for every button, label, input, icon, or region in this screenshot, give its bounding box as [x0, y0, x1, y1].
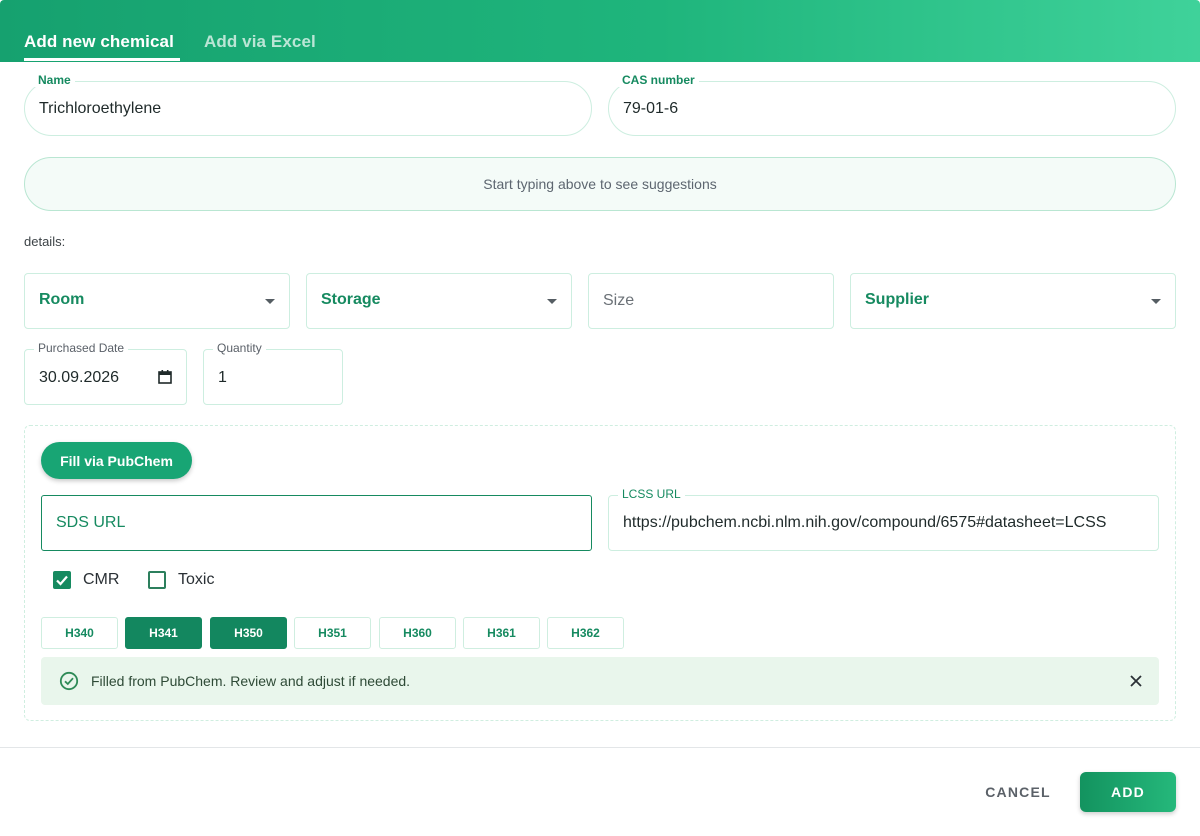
tab-add-new-chemical[interactable]: Add new chemical — [24, 32, 174, 52]
room-select[interactable]: Room — [24, 273, 290, 329]
lcss-url-label: LCSS URL — [618, 487, 685, 501]
close-icon[interactable] — [1129, 674, 1143, 688]
alert-message: Filled from PubChem. Review and adjust i… — [91, 673, 411, 689]
quantity-field[interactable]: 1 — [203, 349, 343, 405]
chevron-down-icon — [1151, 299, 1161, 304]
suggestions-box: Start typing above to see suggestions — [24, 157, 1176, 211]
purchased-date-value: 30.09.2026 — [39, 369, 120, 386]
fill-via-pubchem-button[interactable]: Fill via PubChem — [41, 442, 192, 479]
size-input[interactable]: Size — [588, 273, 834, 329]
supplier-select[interactable]: Supplier — [850, 273, 1176, 329]
details-label: details: — [24, 234, 66, 249]
purchased-date-label: Purchased Date — [34, 341, 129, 355]
tab-add-via-excel[interactable]: Add via Excel — [204, 32, 316, 52]
calendar-icon[interactable] — [158, 370, 172, 384]
success-alert: Filled from PubChem. Review and adjust i… — [41, 657, 1159, 705]
check-icon — [56, 575, 68, 586]
quantity-value: 1 — [218, 369, 227, 386]
cas-number-field[interactable]: 79-01-6 — [608, 81, 1176, 136]
sds-url-input[interactable]: SDS URL — [41, 495, 592, 551]
cmr-label: CMR — [83, 571, 120, 588]
cancel-button[interactable]: CANCEL — [974, 778, 1062, 806]
name-field[interactable]: Trichloroethylene — [24, 81, 592, 136]
purchased-date-field[interactable]: 30.09.2026 — [24, 349, 187, 405]
add-button[interactable]: ADD — [1080, 772, 1176, 812]
supplier-select-label: Supplier — [865, 291, 930, 308]
hazard-h351-button[interactable]: H351 — [294, 617, 371, 649]
hazard-h362-button[interactable]: H362 — [547, 617, 624, 649]
lcss-url-input[interactable]: https://pubchem.ncbi.nlm.nih.gov/compoun… — [608, 495, 1159, 551]
sds-url-placeholder: SDS URL — [56, 514, 126, 531]
storage-select[interactable]: Storage — [306, 273, 572, 329]
cas-number-value: 79-01-6 — [623, 100, 679, 117]
check-circle-icon — [59, 671, 79, 691]
hazard-h361-button[interactable]: H361 — [463, 617, 540, 649]
chevron-down-icon — [547, 299, 557, 304]
hazard-h350-button[interactable]: H350 — [210, 617, 287, 649]
chevron-down-icon — [265, 299, 275, 304]
quantity-label: Quantity — [213, 341, 266, 355]
cas-number-label: CAS number — [618, 73, 699, 87]
name-value: Trichloroethylene — [39, 100, 162, 117]
hazard-h360-button[interactable]: H360 — [379, 617, 456, 649]
size-placeholder: Size — [603, 292, 635, 309]
hazard-h340-button[interactable]: H340 — [41, 617, 118, 649]
toxic-checkbox[interactable] — [148, 571, 166, 589]
name-label: Name — [34, 73, 75, 87]
storage-select-label: Storage — [321, 291, 381, 308]
footer-divider — [0, 747, 1200, 748]
active-tab-indicator — [24, 58, 180, 61]
cmr-checkbox[interactable] — [53, 571, 71, 589]
lcss-url-value: https://pubchem.ncbi.nlm.nih.gov/compoun… — [623, 514, 1107, 531]
room-select-label: Room — [39, 291, 85, 308]
hazard-h341-button[interactable]: H341 — [125, 617, 202, 649]
toxic-label: Toxic — [178, 571, 215, 588]
dialog-header: Add new chemical Add via Excel — [0, 0, 1200, 62]
